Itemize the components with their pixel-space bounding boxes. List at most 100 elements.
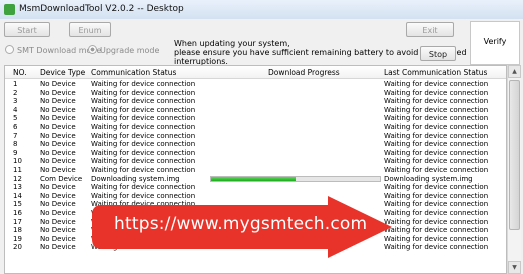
row-number: 10 [13, 157, 22, 166]
row-number: 20 [13, 243, 22, 252]
last-status-cell: Waiting for device connection [384, 183, 489, 192]
table-row[interactable]: 13 No Device Waiting for device connection… [5, 183, 506, 192]
table-row[interactable]: 7 No Device Waiting for device connection W… [5, 132, 506, 141]
download-progress-bar [210, 175, 381, 182]
device-type-cell: Com Device [40, 174, 83, 183]
header-communication-status[interactable]: Communication Status [91, 68, 176, 77]
row-number: 7 [13, 131, 18, 140]
table-row[interactable]: 2 No Device Waiting for device connection W… [5, 89, 506, 98]
device-type-cell: No Device [40, 80, 76, 88]
toolbar: Start Enum Exit SMT Download mode Upgrad… [0, 19, 523, 66]
communication-status-cell: Waiting for device connection [91, 88, 196, 97]
radio-unselected-icon [5, 45, 14, 54]
last-status-cell: Waiting for device connection [384, 88, 489, 97]
header-device-type[interactable]: Device Type [40, 68, 85, 77]
banner-url: https://www.mygsmtech.com [114, 214, 368, 234]
communication-status-cell: Downloading system.img [91, 174, 180, 183]
vertical-scrollbar[interactable]: ▲ ▼ [507, 65, 521, 274]
header-no[interactable]: NO. [13, 68, 27, 77]
device-type-cell: No Device [40, 88, 76, 97]
last-status-cell: Waiting for device connection [384, 243, 489, 252]
row-number: 15 [13, 200, 22, 209]
last-status-cell: Waiting for device connection [384, 217, 489, 226]
device-type-cell: No Device [40, 140, 76, 149]
row-number: 16 [13, 209, 22, 217]
device-type-cell: No Device [40, 183, 76, 192]
device-type-cell: No Device [40, 191, 76, 200]
table-row[interactable]: 12 Com Device Downloading system.img Downlo… [5, 175, 506, 184]
scrollbar-thumb[interactable] [509, 80, 520, 230]
table-row[interactable]: 10 No Device Waiting for device connection… [5, 157, 506, 166]
scroll-down-icon[interactable]: ▼ [508, 261, 521, 274]
table-row[interactable]: 1 No Device Waiting for device connection W… [5, 80, 506, 89]
table-row[interactable]: 8 No Device Waiting for device connection W… [5, 140, 506, 149]
communication-status-cell: Waiting for device connection [91, 80, 196, 88]
device-type-cell: No Device [40, 226, 76, 235]
table-row[interactable]: 11 No Device Waiting for device connection… [5, 166, 506, 175]
communication-status-cell: Waiting for device connection [91, 148, 196, 157]
window-title: MsmDownloadTool V2.0.2 -- Desktop [19, 4, 184, 14]
enum-button[interactable]: Enum [69, 22, 111, 37]
verify-button[interactable]: Verify [470, 21, 520, 65]
table-row[interactable]: 6 No Device Waiting for device connection W… [5, 123, 506, 132]
start-button[interactable]: Start [4, 22, 50, 37]
row-number: 11 [13, 166, 22, 174]
last-status-cell: Waiting for device connection [384, 97, 489, 106]
communication-status-cell: Waiting for device connection [91, 157, 196, 166]
upgrade-mode-radio[interactable]: Upgrade mode [88, 45, 159, 55]
last-status-cell: Waiting for device connection [384, 234, 489, 243]
table-header: NO. Device Type Communication Status Dow… [5, 66, 506, 79]
last-status-cell: Waiting for device connection [384, 131, 489, 140]
device-type-cell: No Device [40, 131, 76, 140]
last-status-cell: Waiting for device connection [384, 148, 489, 157]
last-status-cell: Waiting for device connection [384, 80, 489, 88]
device-type-cell: No Device [40, 114, 76, 123]
row-number: 6 [13, 123, 18, 131]
last-status-cell: Waiting for device connection [384, 191, 489, 200]
row-number: 1 [13, 80, 18, 88]
device-type-cell: No Device [40, 200, 76, 209]
row-number: 14 [13, 191, 22, 200]
communication-status-cell: Waiting for device connection [91, 166, 196, 174]
row-number: 5 [13, 114, 18, 123]
last-status-cell: Waiting for device connection [384, 157, 489, 166]
row-number: 17 [13, 217, 22, 226]
app-icon [4, 4, 15, 15]
table-row[interactable]: 5 No Device Waiting for device connection W… [5, 114, 506, 123]
last-status-cell: Waiting for device connection [384, 114, 489, 123]
row-number: 13 [13, 183, 22, 192]
communication-status-cell: Waiting for device connection [91, 123, 196, 131]
device-type-cell: No Device [40, 166, 76, 174]
title-bar: MsmDownloadTool V2.0.2 -- Desktop [0, 0, 523, 20]
table-row[interactable]: 3 No Device Waiting for device connection W… [5, 97, 506, 106]
last-status-cell: Waiting for device connection [384, 105, 489, 114]
device-type-cell: No Device [40, 243, 76, 252]
row-number: 9 [13, 148, 18, 157]
device-type-cell: No Device [40, 123, 76, 131]
communication-status-cell: Waiting for device connection [91, 183, 196, 192]
device-type-cell: No Device [40, 217, 76, 226]
smt-download-mode-radio[interactable]: SMT Download mode [5, 45, 101, 55]
communication-status-cell: Waiting for device connection [91, 140, 196, 149]
radio-selected-icon [88, 45, 97, 54]
communication-status-cell: Waiting for device connection [91, 97, 196, 106]
table-row[interactable]: 4 No Device Waiting for device connection W… [5, 106, 506, 115]
last-status-cell: Waiting for device connection [384, 123, 489, 131]
table-row[interactable]: 9 No Device Waiting for device connection W… [5, 149, 506, 158]
row-number: 12 [13, 174, 22, 183]
row-number: 18 [13, 226, 22, 235]
row-number: 2 [13, 88, 18, 97]
device-type-cell: No Device [40, 105, 76, 114]
last-status-cell: Waiting for device connection [384, 209, 489, 217]
progress-fill [211, 176, 296, 181]
header-last-communication-status[interactable]: Last Communication Status [384, 68, 487, 77]
scroll-up-icon[interactable]: ▲ [508, 65, 521, 78]
row-number: 4 [13, 105, 18, 114]
stop-button[interactable]: Stop [420, 46, 456, 61]
row-number: 3 [13, 97, 18, 106]
row-number: 8 [13, 140, 18, 149]
header-download-progress[interactable]: Download Progress [268, 68, 340, 77]
device-type-cell: No Device [40, 97, 76, 106]
exit-button[interactable]: Exit [406, 22, 454, 37]
last-status-cell: Waiting for device connection [384, 140, 489, 149]
